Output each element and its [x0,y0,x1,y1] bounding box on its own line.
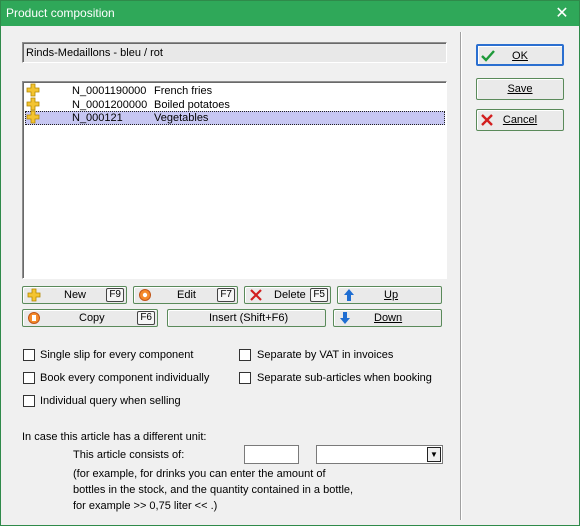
separate-sub-checkbox[interactable] [239,372,251,384]
delete-label: Delete [274,289,306,301]
separate-vat-checkbox[interactable] [239,349,251,361]
hint-line-3: for example >> 0,75 liter << .) [73,500,218,512]
copy-label: Copy [79,312,105,324]
plus-icon [26,83,40,97]
copy-button[interactable]: Copy F6 [22,309,158,327]
plus-icon [26,110,40,124]
delete-shortcut: F5 [310,288,328,302]
delete-button[interactable]: Delete F5 [244,286,331,304]
new-shortcut: F9 [106,288,124,302]
new-button[interactable]: New F9 [22,286,127,304]
list-item[interactable]: N_0001200000 Boiled potatoes [25,97,445,112]
hint-line-1: (for example, for drinks you can enter t… [73,468,326,480]
cancel-button[interactable]: Cancel [476,109,564,131]
unit-heading: In case this article has a different uni… [22,431,207,443]
component-name: Boiled potatoes [154,99,230,111]
edit-icon [139,289,151,301]
vertical-divider [460,32,462,520]
up-button[interactable]: Up [337,286,442,304]
new-label: New [64,289,87,301]
cancel-label: Cancel [502,114,538,126]
up-label: Up [384,289,399,301]
plus-icon [26,97,40,111]
list-item-selected[interactable]: N_000121 Vegetables [25,110,445,125]
list-item[interactable]: N_0001190000 French fries [25,83,445,98]
hint-line-2: bottles in the stock, and the quantity c… [73,484,354,496]
insert-button[interactable]: Insert (Shift+F6) [167,309,326,327]
ok-button[interactable]: OK [476,44,564,66]
component-name: French fries [154,85,213,97]
insert-label: Insert (Shift+F6) [209,312,289,324]
component-name: Vegetables [154,112,209,124]
separate-sub-label: Separate sub-articles when booking [257,372,432,384]
separate-vat-label: Separate by VAT in invoices [257,349,394,361]
individual-query-label: Individual query when selling [40,395,181,407]
chevron-down-icon[interactable]: ▼ [427,447,441,462]
arrow-up-icon [344,289,354,301]
component-code: N_0001200000 [72,99,148,111]
component-code: N_0001190000 [72,85,147,97]
down-button[interactable]: Down [333,309,442,327]
arrow-down-icon [340,312,350,324]
ok-label: OK [512,50,528,62]
single-slip-checkbox[interactable] [23,349,35,361]
edit-label: Edit [177,289,196,301]
edit-shortcut: F7 [217,288,235,302]
consists-label: This article consists of: [73,449,185,461]
book-individually-checkbox[interactable] [23,372,35,384]
window-title: Product composition [6,6,115,20]
component-code: N_000121 [72,112,123,124]
edit-button[interactable]: Edit F7 [133,286,238,304]
copy-icon [28,312,40,324]
plus-icon [27,288,41,302]
unit-select[interactable]: ▼ [316,445,443,464]
title-bar: Product composition ✕ [1,1,579,26]
components-list[interactable]: N_0001190000 French fries N_0001200000 B… [22,81,447,279]
save-label: Save [507,83,533,95]
close-icon[interactable]: ✕ [545,1,579,26]
product-composition-window: Product composition ✕ Rinds-Medaillons -… [0,0,580,526]
save-button[interactable]: Save [476,78,564,100]
down-label: Down [374,312,403,324]
book-individually-label: Book every component individually [40,372,210,384]
individual-query-checkbox[interactable] [23,395,35,407]
copy-shortcut: F6 [137,311,155,325]
single-slip-label: Single slip for every component [40,349,194,361]
quantity-input[interactable] [244,445,299,464]
article-name-field: Rinds-Medaillons - bleu / rot [22,42,447,63]
delete-x-icon [250,289,262,301]
